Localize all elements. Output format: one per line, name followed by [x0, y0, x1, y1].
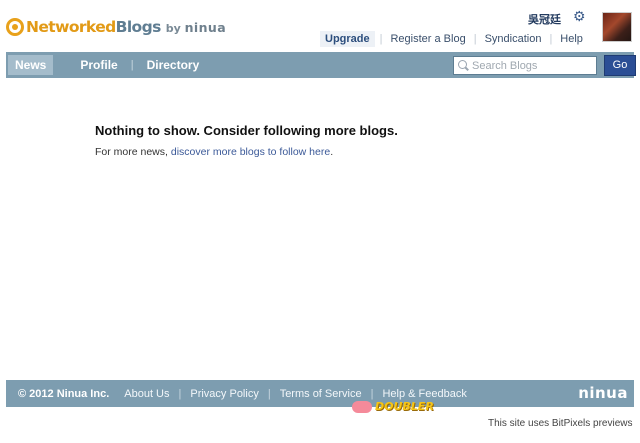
- divider: |: [130, 59, 134, 71]
- privacy-link[interactable]: Privacy Policy: [181, 388, 267, 400]
- logo-by: by ninua: [166, 20, 226, 35]
- copyright: © 2012 Ninua Inc.: [18, 387, 110, 400]
- empty-state-prefix: For more news,: [95, 146, 171, 158]
- networkedblogs-logo[interactable]: NetworkedBlogs by ninua: [6, 16, 226, 38]
- nav-bar: News Profile | Directory Go: [6, 52, 636, 78]
- gear-icon[interactable]: ⚙: [573, 9, 587, 23]
- about-link[interactable]: About Us: [115, 388, 178, 400]
- logo-text-networked: Networked: [26, 18, 116, 36]
- syndication-link[interactable]: Syndication: [477, 33, 550, 45]
- tab-profile[interactable]: Profile: [73, 55, 124, 75]
- footer-bar: © 2012 Ninua Inc. About Us | Privacy Pol…: [6, 380, 634, 407]
- register-blog-link[interactable]: Register a Blog: [382, 33, 473, 45]
- empty-state-suffix: .: [330, 146, 334, 158]
- search-box: [453, 56, 597, 75]
- tab-news[interactable]: News: [8, 55, 54, 75]
- footer-ninua-logo[interactable]: ninua: [578, 384, 628, 402]
- top-links: Upgrade | Register a Blog | Syndication …: [320, 31, 591, 47]
- logo-mark-icon: [6, 18, 24, 36]
- bubble-icon: [352, 400, 372, 413]
- logo-by-text: by: [165, 21, 181, 35]
- terms-link[interactable]: Terms of Service: [271, 388, 371, 400]
- tab-directory[interactable]: Directory: [140, 55, 207, 75]
- upgrade-link[interactable]: Upgrade: [320, 31, 375, 47]
- help-link[interactable]: Help: [552, 33, 591, 45]
- bitpixels-notice[interactable]: This site uses BitPixels previews: [488, 418, 633, 429]
- search-icon: [458, 60, 469, 71]
- empty-state-title: Nothing to show. Consider following more…: [95, 123, 398, 138]
- go-button[interactable]: Go: [604, 55, 636, 76]
- logo-text-blogs: Blogs: [115, 18, 162, 36]
- logo-ninua-text: ninua: [184, 19, 227, 35]
- discover-blogs-link[interactable]: discover more blogs to follow here: [171, 146, 330, 158]
- search-input[interactable]: [472, 59, 592, 72]
- doubler-badge[interactable]: DOUBLER: [352, 400, 434, 413]
- username-link[interactable]: 吳冠廷: [528, 11, 561, 27]
- help-feedback-link[interactable]: Help & Feedback: [373, 388, 475, 400]
- empty-state-message: For more news, discover more blogs to fo…: [95, 146, 333, 158]
- doubler-text: DOUBLER: [375, 400, 434, 413]
- avatar[interactable]: [602, 12, 632, 42]
- logo-text: NetworkedBlogs: [26, 18, 161, 36]
